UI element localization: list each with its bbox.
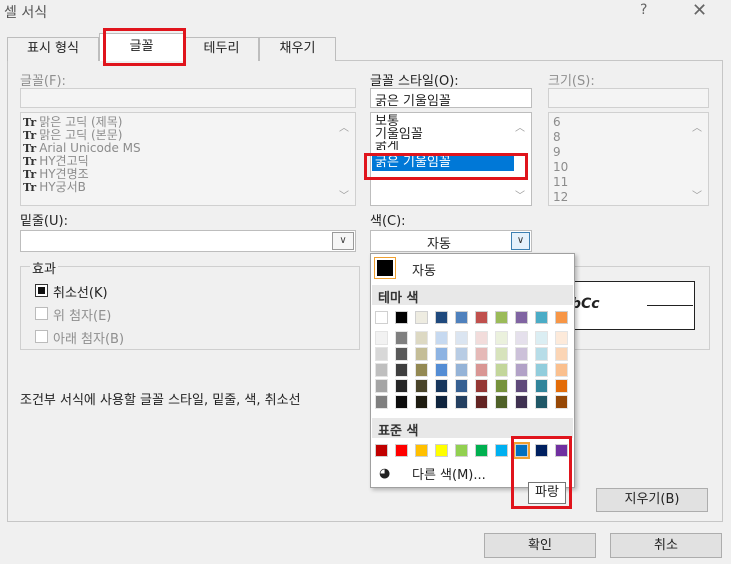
subscript-label[interactable]: 아래 첨자(B) — [53, 328, 124, 347]
scroll-down-arrow[interactable]: ﹀ — [515, 187, 525, 202]
size-item[interactable]: 10 — [553, 160, 568, 175]
scroll-up-arrow[interactable]: ︿ — [339, 119, 349, 134]
color-label: 색(C): — [370, 214, 406, 229]
style-item[interactable]: 기울임꼴 — [375, 128, 423, 141]
tab-border[interactable]: 테두리 — [184, 37, 259, 61]
highlight-blue-swatch — [511, 436, 572, 509]
truetype-icon: Tr — [23, 168, 37, 181]
standard-color-swatch[interactable] — [415, 444, 428, 457]
size-input[interactable] — [548, 88, 709, 108]
subscript-checkbox[interactable] — [35, 330, 48, 343]
close-button[interactable]: ✕ — [692, 0, 707, 21]
superscript-checkbox[interactable] — [35, 307, 48, 320]
font-label: 글꼴(F): — [20, 74, 66, 89]
more-colors-item[interactable]: 다른 색(M)... — [412, 464, 486, 483]
superscript-label[interactable]: 위 첨자(E) — [53, 305, 111, 324]
ok-button[interactable]: 확인 — [484, 533, 596, 558]
tab-number-format[interactable]: 표시 형식 — [7, 37, 99, 61]
chevron-down-icon[interactable]: ∨ — [332, 232, 354, 250]
standard-color-swatch[interactable] — [395, 444, 408, 457]
underline-dropdown[interactable]: ∨ — [20, 230, 356, 252]
size-label: 크기(S): — [548, 74, 595, 89]
font-item[interactable]: Tr HY궁서B — [23, 181, 141, 194]
chevron-down-icon[interactable]: ∨ — [511, 232, 530, 250]
highlight-font-tab — [103, 28, 186, 66]
title-bar: 셀 서식 ? ✕ — [0, 0, 731, 26]
cancel-button[interactable]: 취소 — [610, 533, 722, 558]
truetype-icon: Tr — [23, 142, 37, 155]
scroll-up-arrow[interactable]: ︿ — [515, 119, 525, 134]
color-wheel-icon: ◕ — [379, 466, 391, 481]
strikethrough-label[interactable]: 취소선(K) — [53, 282, 108, 301]
color-dropdown[interactable]: 자동 ∨ — [370, 230, 532, 252]
color-value: 자동 — [427, 237, 451, 252]
scroll-down-arrow[interactable]: ﹀ — [339, 187, 349, 202]
font-input[interactable] — [20, 88, 356, 108]
standard-color-swatch[interactable] — [375, 444, 388, 457]
preview-line — [647, 305, 693, 306]
scroll-down-arrow[interactable]: ﹀ — [692, 187, 702, 202]
truetype-icon: Tr — [23, 116, 37, 129]
highlight-bold-italic — [364, 153, 528, 180]
size-item[interactable]: 8 — [553, 130, 568, 145]
truetype-icon: Tr — [23, 129, 37, 142]
info-text: 조건부 서식에 사용할 글꼴 스타일, 밑줄, 색, 취소선 — [20, 393, 301, 408]
scroll-up-arrow[interactable]: ︿ — [692, 119, 702, 134]
effects-legend: 효과 — [30, 258, 58, 277]
strikethrough-checkbox[interactable] — [35, 284, 48, 297]
style-item[interactable]: 굵게 — [375, 141, 423, 150]
checkbox-fill — [38, 287, 45, 294]
size-item[interactable]: 6 — [553, 115, 568, 130]
size-item[interactable]: 9 — [553, 145, 568, 160]
standard-color-swatch[interactable] — [435, 444, 448, 457]
font-style-label: 글꼴 스타일(O): — [370, 74, 459, 89]
size-item[interactable]: 11 — [553, 175, 568, 190]
size-item[interactable]: 12 — [553, 190, 568, 205]
help-button[interactable]: ? — [640, 2, 647, 18]
truetype-icon: Tr — [23, 155, 37, 168]
window-title: 셀 서식 — [4, 5, 48, 21]
font-list[interactable]: Tr 맑은 고딕 (제목) Tr 맑은 고딕 (본문) Tr Arial Unicod… — [20, 112, 356, 206]
standard-color-swatch[interactable] — [495, 444, 508, 457]
truetype-icon: Tr — [23, 181, 37, 194]
underline-label: 밑줄(U): — [20, 214, 68, 229]
preview-sample: bCc — [571, 296, 600, 312]
standard-color-swatch[interactable] — [455, 444, 468, 457]
font-style-input[interactable]: 굵은 기울임꼴 — [370, 88, 532, 109]
size-list[interactable]: 6 8 9 10 11 12 ︿ ﹀ — [548, 112, 709, 206]
clear-button[interactable]: 지우기(B) — [596, 488, 708, 512]
tab-fill[interactable]: 채우기 — [259, 37, 336, 61]
standard-color-swatch[interactable] — [475, 444, 488, 457]
